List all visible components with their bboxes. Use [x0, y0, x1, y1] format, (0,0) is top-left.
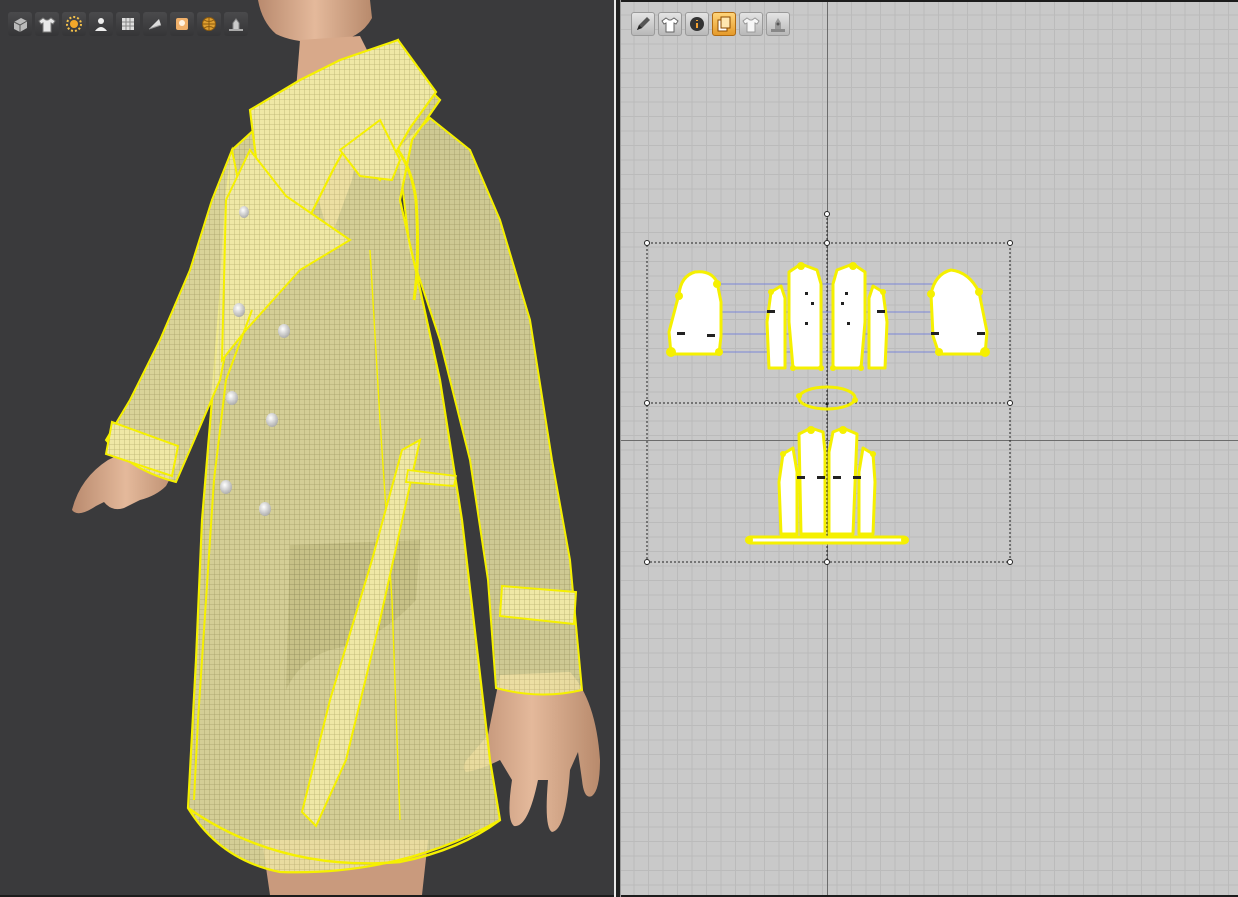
pattern-piece-side-front-right [867, 284, 889, 370]
pattern-piece-back-side-left [777, 446, 799, 536]
globe-icon [202, 17, 216, 31]
pattern-piece-back-right [827, 426, 859, 536]
pattern-copy-button[interactable] [712, 12, 736, 36]
cube-button[interactable] [8, 12, 32, 36]
texture-button[interactable] [116, 12, 140, 36]
3d-viewport[interactable] [0, 0, 614, 895]
pattern-piece-front-right [831, 262, 867, 370]
pattern-piece-sleeve-right [929, 268, 989, 356]
pattern-canvas[interactable] [621, 2, 1238, 895]
pattern-copy-icon [717, 16, 731, 32]
skin-button[interactable] [170, 12, 194, 36]
3d-toolbar [8, 12, 248, 36]
measure-button[interactable] [224, 12, 248, 36]
ruler-button[interactable] [766, 12, 790, 36]
cube-icon [13, 18, 28, 32]
pattern-piece-belt [745, 535, 909, 545]
measure-icon [229, 18, 243, 31]
shirt-outline-button[interactable] [739, 12, 763, 36]
pattern-piece-back-left [797, 426, 827, 536]
texture-icon [122, 18, 134, 30]
pattern-piece-side-front-left [765, 284, 787, 370]
fold-icon [148, 19, 162, 30]
pattern-piece-front-left [787, 262, 823, 370]
avatar-button[interactable] [89, 12, 113, 36]
2d-pattern-window[interactable] [621, 2, 1238, 895]
pencil-button[interactable] [631, 12, 655, 36]
info-icon [690, 17, 704, 31]
3d-scene[interactable] [0, 0, 614, 895]
2d-toolbar [631, 12, 790, 36]
shirt-view-icon [661, 17, 679, 33]
ruler-icon [771, 18, 785, 32]
gear-sun-button[interactable] [62, 12, 86, 36]
avatar-head [258, 0, 372, 43]
globe-button[interactable] [197, 12, 221, 36]
shirt-icon [38, 17, 56, 33]
viewport-splitter[interactable] [614, 0, 621, 897]
info-button[interactable] [685, 12, 709, 36]
avatar-icon [95, 18, 107, 31]
shirt-outline-icon [742, 17, 760, 33]
skin-icon [176, 18, 188, 30]
shirt-view-button[interactable] [658, 12, 682, 36]
shirt-button[interactable] [35, 12, 59, 36]
gear-sun-icon [66, 16, 82, 32]
fold-button[interactable] [143, 12, 167, 36]
pencil-icon [637, 17, 650, 30]
pattern-piece-back-side-right [857, 446, 877, 536]
